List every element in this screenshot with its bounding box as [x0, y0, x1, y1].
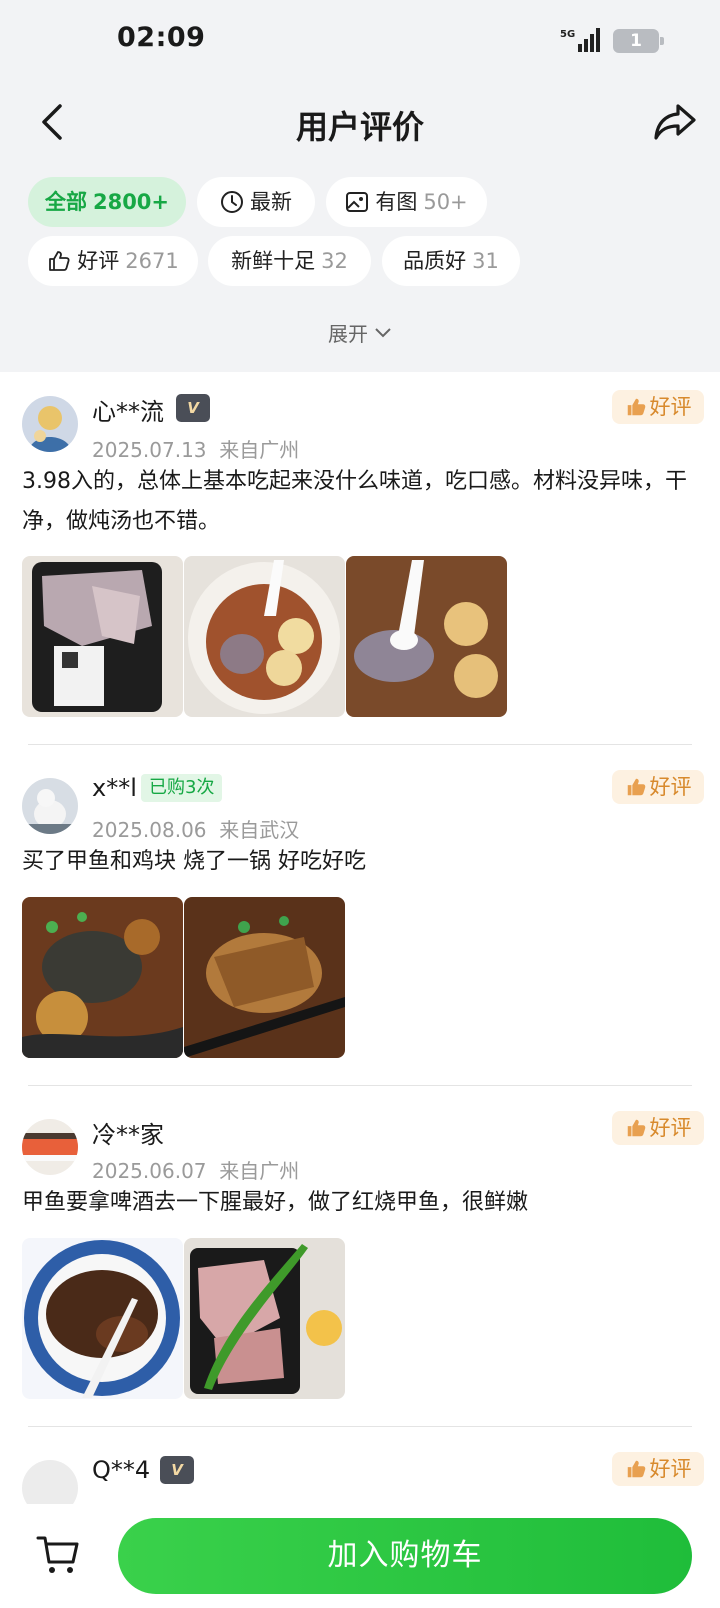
review-meta: 2025.08.06 来自武汉	[92, 814, 299, 843]
review-location: 来自广州	[219, 438, 300, 462]
username: 冷**家	[92, 1121, 164, 1149]
thumbs-up-icon	[627, 1119, 645, 1137]
share-icon[interactable]	[652, 98, 698, 144]
thumbs-up-icon	[627, 398, 645, 416]
purchase-count-badge: 已购3次	[141, 774, 223, 802]
thumbs-up-icon	[627, 1460, 645, 1478]
review-item: 冷**家 好评 2025.06.07 来自广州 甲鱼要拿啤酒去一下腥最好，做了红…	[0, 1109, 720, 1421]
rating-label: 好评	[649, 775, 692, 799]
review-location: 来自广州	[219, 1159, 300, 1183]
divider	[28, 744, 692, 745]
avatar[interactable]	[22, 396, 78, 452]
good-rating-badge: 好评	[612, 390, 704, 424]
review-photo[interactable]	[22, 1238, 183, 1399]
thumbs-up-icon	[49, 251, 70, 271]
review-date: 2025.07.13	[92, 438, 207, 462]
review-photo[interactable]	[184, 556, 345, 717]
filter-quality-label: 品质好	[403, 249, 467, 273]
good-rating-badge: 好评	[612, 770, 704, 804]
expand-filters-button[interactable]: 展开	[0, 318, 720, 347]
username: Q**4	[92, 1456, 151, 1484]
username: 心**流	[92, 398, 164, 426]
avatar[interactable]	[22, 778, 78, 834]
filter-quality-chip[interactable]: 品质好 31	[382, 236, 520, 286]
cart-icon[interactable]	[36, 1532, 80, 1576]
rating-label: 好评	[649, 395, 692, 419]
rating-label: 好评	[649, 1116, 692, 1140]
filter-positive-count: 2671	[125, 249, 179, 273]
vip-badge: V	[176, 394, 210, 422]
clock-icon	[221, 191, 243, 213]
filter-latest-label: 最新	[250, 190, 292, 214]
review-date: 2025.08.06	[92, 818, 207, 842]
good-rating-badge: 好评	[612, 1452, 704, 1486]
filter-positive-label: 好评	[77, 249, 120, 273]
filter-fresh-label: 新鲜十足	[231, 249, 316, 273]
filter-all-label: 全部	[44, 190, 87, 214]
filter-photo-chip[interactable]: 有图 50+	[326, 177, 487, 227]
filter-fresh-chip[interactable]: 新鲜十足 32	[208, 236, 371, 286]
battery-icon: 1	[613, 29, 664, 53]
review-item: Q**4 V 好评	[0, 1450, 720, 1504]
thumbs-up-icon	[627, 778, 645, 796]
divider	[28, 1426, 692, 1427]
cellular-signal-icon: 5G	[560, 28, 600, 52]
review-photo[interactable]	[184, 897, 345, 1058]
network-type: 5G	[560, 29, 575, 40]
status-bar: 02:09 5G 1	[0, 0, 720, 80]
review-date: 2025.06.07	[92, 1159, 207, 1183]
review-meta: 2025.07.13 来自广州	[92, 434, 299, 463]
chevron-down-icon	[375, 327, 391, 337]
filter-latest-chip[interactable]: 最新	[197, 177, 315, 227]
review-text: 3.98入的，总体上基本吃起来没什么味道，吃口感。材料没异味，干净，做炖汤也不错…	[22, 469, 687, 534]
review-photo[interactable]	[346, 556, 507, 717]
filter-fresh-count: 32	[321, 249, 348, 273]
review-meta: 2025.06.07 来自广州	[92, 1155, 299, 1184]
avatar[interactable]	[22, 1119, 78, 1175]
review-location: 来自武汉	[219, 818, 300, 842]
review-photo[interactable]	[184, 1238, 345, 1399]
review-text: 买了甲鱼和鸡块 烧了一锅 好吃好吃	[22, 849, 366, 874]
filter-all-chip[interactable]: 全部 2800+	[28, 177, 186, 227]
filter-photo-count: 50+	[423, 190, 468, 214]
page-title: 用户评价	[295, 108, 424, 146]
nav-bar: 用户评价	[0, 90, 720, 154]
image-icon	[346, 192, 369, 212]
filter-photo-label: 有图	[375, 190, 418, 214]
bottom-bar: 加入购物车	[0, 1504, 720, 1608]
avatar[interactable]	[22, 1460, 78, 1504]
filter-all-count: 2800+	[92, 190, 170, 214]
review-photo[interactable]	[22, 556, 183, 717]
review-text: 甲鱼要拿啤酒去一下腥最好，做了红烧甲鱼，很鲜嫩	[22, 1190, 529, 1215]
review-photo[interactable]	[22, 897, 183, 1058]
expand-label: 展开	[328, 322, 368, 346]
status-time: 02:09	[117, 22, 206, 53]
divider	[28, 1085, 692, 1086]
add-to-cart-button[interactable]: 加入购物车	[118, 1518, 692, 1594]
filter-quality-count: 31	[472, 249, 499, 273]
good-rating-badge: 好评	[612, 1111, 704, 1145]
filter-positive-chip[interactable]: 好评 2671	[28, 236, 198, 286]
rating-label: 好评	[649, 1457, 692, 1481]
review-item: 心**流 V 好评 2025.07.13 来自广州 3.98入的，总体上基本吃起…	[0, 388, 720, 740]
vip-badge: V	[160, 1456, 194, 1484]
username: x**l	[92, 774, 137, 802]
review-item: x**l 已购3次 好评 2025.08.06 来自武汉 买了甲鱼和鸡块 烧了一…	[0, 768, 720, 1080]
